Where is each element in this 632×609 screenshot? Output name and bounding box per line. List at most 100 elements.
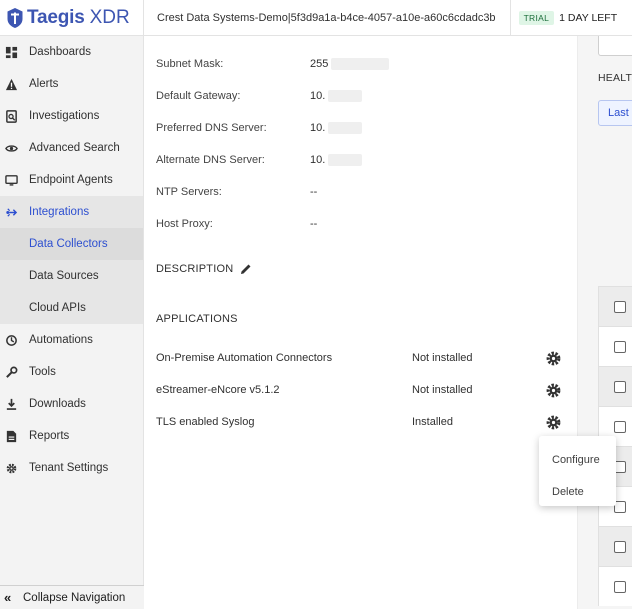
application-settings-gear-icon[interactable] <box>544 381 562 399</box>
investigation-icon <box>4 109 18 123</box>
sidebar-item-label: Tenant Settings <box>29 462 109 474</box>
application-status: Installed <box>412 416 453 428</box>
sidebar-item-label: Downloads <box>29 398 86 410</box>
sidebar-item-label: Dashboards <box>29 46 92 58</box>
integrations-icon <box>4 205 18 219</box>
sidebar-item-automations[interactable]: Automations <box>0 324 143 356</box>
application-row: eStreamer-eNcore v5.1.2 Not installed <box>156 381 566 399</box>
row-checkbox[interactable] <box>614 380 626 393</box>
top-bar: Crest Data Systems-Demo|5f3d9a1a-b4ce-40… <box>144 0 632 36</box>
preferred-dns-label: Preferred DNS Server: <box>156 122 267 134</box>
menu-item-delete[interactable]: Delete <box>539 476 616 508</box>
monitor-icon <box>4 173 18 187</box>
row-checkbox[interactable] <box>614 340 626 353</box>
preferred-dns-row: Preferred DNS Server: 10. <box>156 120 363 136</box>
sidebar-item-endpoint-agents[interactable]: Endpoint Agents <box>0 164 143 196</box>
sidebar-item-dashboards[interactable]: Dashboards <box>0 36 143 68</box>
table-row <box>598 526 632 566</box>
application-row: On-Premise Automation Connectors Not ins… <box>156 349 566 367</box>
host-proxy-row: Host Proxy: -- <box>156 216 317 232</box>
subnet-mask-value: 255 <box>310 58 390 70</box>
health-heading: HEALT <box>598 72 632 84</box>
sidebar-item-downloads[interactable]: Downloads <box>0 388 143 420</box>
application-settings-gear-icon[interactable] <box>544 349 562 367</box>
sidebar-item-label: Investigations <box>29 110 100 122</box>
time-range-button[interactable]: Last <box>598 100 632 126</box>
collapse-navigation-label: Collapse Navigation <box>23 591 126 604</box>
sidebar-subitem-data-sources[interactable]: Data Sources <box>0 260 143 292</box>
gear-icon <box>4 461 18 475</box>
sidebar-item-integrations[interactable]: Integrations <box>0 196 143 228</box>
subnet-mask-label: Subnet Mask: <box>156 58 224 70</box>
sidebar-item-label: Endpoint Agents <box>29 174 113 186</box>
row-checkbox[interactable] <box>614 540 626 553</box>
alternate-dns-row: Alternate DNS Server: 10. <box>156 152 363 168</box>
application-context-menu: Configure Delete <box>539 436 616 506</box>
application-status: Not installed <box>412 352 473 364</box>
tenant-selector[interactable]: Crest Data Systems-Demo|5f3d9a1a-b4ce-40… <box>144 0 511 36</box>
ntp-servers-row: NTP Servers: -- <box>156 184 317 200</box>
table-row <box>598 566 632 606</box>
description-heading: DESCRIPTION <box>156 262 253 276</box>
sidebar-item-reports[interactable]: Reports <box>0 420 143 452</box>
alternate-dns-label: Alternate DNS Server: <box>156 154 265 166</box>
brand-name: Taegis <box>27 6 85 28</box>
row-checkbox[interactable] <box>614 300 626 313</box>
application-name: eStreamer-eNcore v5.1.2 <box>156 384 280 396</box>
sidebar-subitem-cloud-apis[interactable]: Cloud APIs <box>0 292 143 324</box>
right-panel: HEALT Last <box>578 36 632 609</box>
subnet-mask-row: Subnet Mask: 255 <box>156 56 390 72</box>
sidebar-item-alerts[interactable]: Alerts <box>0 68 143 100</box>
applications-heading: APPLICATIONS <box>156 313 238 325</box>
edit-pencil-icon[interactable] <box>239 262 253 276</box>
application-settings-gear-icon[interactable] <box>544 413 562 431</box>
alert-icon <box>4 77 18 91</box>
sidebar-item-label: Alerts <box>29 78 59 90</box>
double-chevron-left-icon: « <box>4 590 12 605</box>
sidebar-item-label: Reports <box>29 430 70 442</box>
menu-item-configure[interactable]: Configure <box>539 444 616 476</box>
brand-product: XDR <box>89 6 130 28</box>
report-icon <box>4 429 18 443</box>
trial-remaining: 1 DAY LEFT <box>559 11 618 24</box>
collector-details-panel: Subnet Mask: 255 Default Gateway: 10. Pr… <box>145 36 578 609</box>
row-checkbox[interactable] <box>614 420 626 433</box>
sidebar-item-label: Tools <box>29 366 56 378</box>
sidebar-subitem-data-collectors[interactable]: Data Collectors <box>0 228 143 260</box>
trial-badge: TRIAL <box>518 10 555 25</box>
row-checkbox[interactable] <box>614 580 626 593</box>
application-name: TLS enabled Syslog <box>156 416 255 428</box>
sidebar-item-tenant-settings[interactable]: Tenant Settings <box>0 452 143 484</box>
table-row <box>598 286 632 326</box>
automation-icon <box>4 333 18 347</box>
default-gateway-value: 10. <box>310 90 363 102</box>
wrench-icon <box>4 365 18 379</box>
sidebar-item-investigations[interactable]: Investigations <box>0 100 143 132</box>
preferred-dns-value: 10. <box>310 122 363 134</box>
sidebar-item-advanced-search[interactable]: Advanced Search <box>0 132 143 164</box>
collapse-navigation-button[interactable]: « Collapse Navigation <box>0 585 144 609</box>
download-icon <box>4 397 18 411</box>
alternate-dns-value: 10. <box>310 154 363 166</box>
search-eye-icon <box>4 141 18 155</box>
dashboard-icon <box>4 45 18 59</box>
brand-logo[interactable]: Taegis XDR <box>0 0 144 36</box>
application-status: Not installed <box>412 384 473 396</box>
default-gateway-label: Default Gateway: <box>156 90 241 102</box>
sidebar-item-label: Integrations <box>29 206 90 218</box>
taegis-logo-icon <box>7 7 23 28</box>
description-title: DESCRIPTION <box>156 263 234 275</box>
application-name: On-Premise Automation Connectors <box>156 352 333 364</box>
right-panel-input[interactable] <box>598 36 632 56</box>
sidebar: Dashboards Alerts Investigations Advance… <box>0 36 144 609</box>
ntp-servers-label: NTP Servers: <box>156 186 222 198</box>
host-proxy-label: Host Proxy: <box>156 218 213 230</box>
sidebar-item-tools[interactable]: Tools <box>0 356 143 388</box>
table-row <box>598 326 632 366</box>
ntp-servers-value: -- <box>310 186 318 198</box>
sidebar-item-label: Advanced Search <box>29 142 120 154</box>
host-proxy-value: -- <box>310 218 318 230</box>
sidebar-item-label: Automations <box>29 334 93 346</box>
table-row <box>598 366 632 406</box>
default-gateway-row: Default Gateway: 10. <box>156 88 363 104</box>
